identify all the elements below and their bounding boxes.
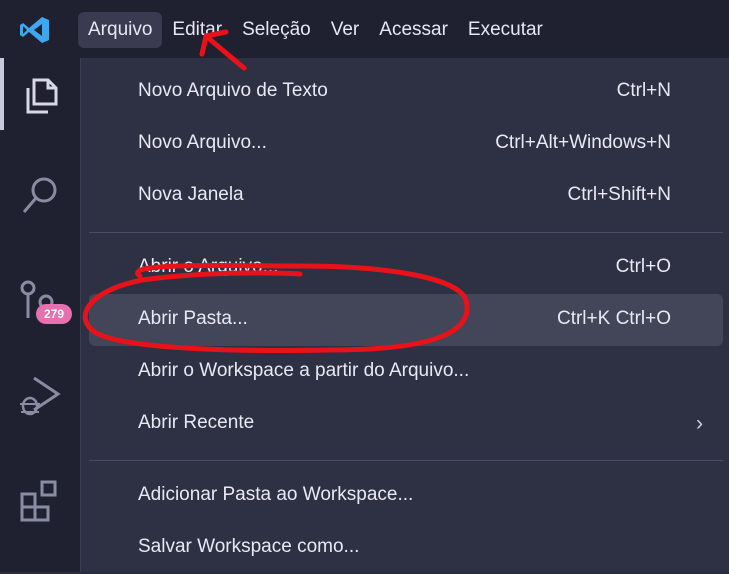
title-bar: Arquivo Editar Seleção Ver Acessar Execu… [0, 0, 729, 58]
file-menu-dropdown: Novo Arquivo de Texto Ctrl+N Novo Arquiv… [80, 58, 729, 572]
menu-row-open-folder[interactable]: Abrir Pasta... Ctrl+K Ctrl+O [89, 294, 723, 346]
menu-editar[interactable]: Editar [162, 12, 232, 48]
run-debug-icon [20, 376, 61, 416]
menu-row-new-file[interactable]: Novo Arquivo... Ctrl+Alt+Windows+N [89, 118, 723, 170]
menu-separator [89, 232, 723, 233]
menu-row-open-recent[interactable]: Abrir Recente › [89, 398, 723, 450]
activity-extensions[interactable] [0, 462, 84, 534]
menu-executar[interactable]: Executar [458, 12, 553, 48]
menu-selecao[interactable]: Seleção [232, 12, 321, 48]
source-control-badge: 279 [36, 304, 72, 324]
menu-row-label: Novo Arquivo de Texto [138, 80, 328, 101]
menu-row-new-window[interactable]: Nova Janela Ctrl+Shift+N [89, 170, 723, 222]
activity-bar: 279 [0, 58, 84, 572]
menu-row-shortcut: Ctrl+O [615, 256, 671, 277]
menu-row-open-file[interactable]: Abrir o Arquivo... Ctrl+O [89, 242, 723, 294]
menu-row-label: Salvar Workspace como... [138, 536, 360, 557]
menu-row-shortcut: Ctrl+N [616, 80, 671, 101]
activity-run-debug[interactable] [0, 356, 84, 428]
activity-explorer[interactable] [0, 58, 84, 130]
active-indicator [0, 58, 4, 130]
menu-row-shortcut: Ctrl+Alt+Windows+N [495, 132, 671, 153]
menu-row-shortcut: Ctrl+Shift+N [567, 184, 671, 205]
chevron-right-icon: › [696, 412, 703, 435]
menu-row-label: Abrir Pasta... [138, 308, 248, 329]
menu-ver[interactable]: Ver [321, 12, 370, 48]
menu-row-label: Nova Janela [138, 184, 244, 205]
vscode-logo-icon [20, 17, 49, 43]
menu-bar: Arquivo Editar Seleção Ver Acessar Execu… [78, 10, 553, 50]
menu-separator [89, 460, 723, 461]
activity-search[interactable] [0, 158, 84, 230]
menu-row-label: Abrir o Arquivo... [138, 256, 279, 277]
menu-row-open-workspace[interactable]: Abrir o Workspace a partir do Arquivo... [89, 346, 723, 398]
menu-row-label: Abrir o Workspace a partir do Arquivo... [138, 360, 470, 381]
search-icon [22, 177, 57, 213]
menu-row-add-folder-workspace[interactable]: Adicionar Pasta ao Workspace... [89, 470, 723, 522]
menu-row-shortcut: Ctrl+K Ctrl+O [556, 308, 671, 329]
menu-row-new-text-file[interactable]: Novo Arquivo de Texto Ctrl+N [89, 66, 723, 118]
menu-row-label: Adicionar Pasta ao Workspace... [138, 484, 414, 505]
explorer-files-icon [26, 78, 58, 114]
menu-arquivo[interactable]: Arquivo [78, 12, 163, 48]
extensions-icon [20, 480, 57, 522]
menu-acessar[interactable]: Acessar [369, 12, 458, 48]
activity-source-control[interactable]: 279 [0, 262, 84, 334]
menu-row-label: Abrir Recente [138, 412, 255, 433]
menu-row-label: Novo Arquivo... [138, 132, 267, 153]
menu-row-save-workspace-as[interactable]: Salvar Workspace como... [89, 522, 723, 574]
